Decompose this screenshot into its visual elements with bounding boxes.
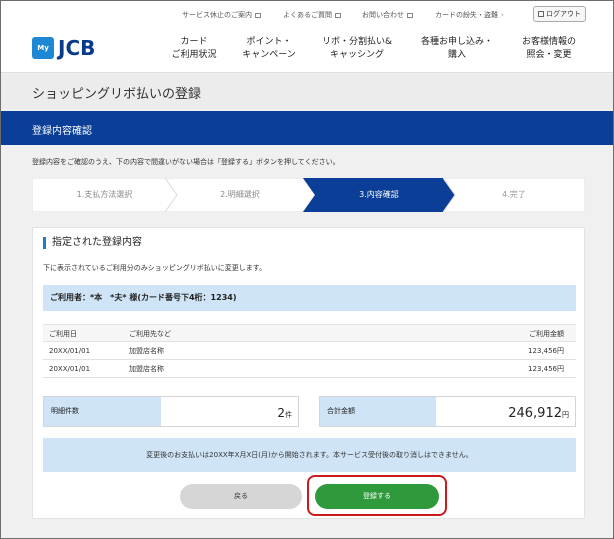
- section-header-label: 登録内容確認: [32, 126, 92, 137]
- chevron-right-icon: ›: [501, 11, 504, 19]
- step-1: 1.支払方法選択: [32, 178, 177, 212]
- nav-points[interactable]: ポイント・ キャンペーン: [237, 36, 301, 62]
- item-count-box: 明細件数 2件: [43, 396, 299, 427]
- logo-my-badge: My: [32, 37, 54, 59]
- table-row: 20XX/01/01 加盟店名称 123,456円: [43, 360, 576, 378]
- nav-applications[interactable]: 各種お申し込み・ 購入: [416, 36, 498, 62]
- lock-icon: [538, 11, 544, 17]
- nav-revolving[interactable]: リボ・分割払い& キャッシング: [317, 36, 397, 62]
- logo-jcb-text: JCB: [58, 36, 96, 60]
- util-link-contact[interactable]: お問い合わせ: [362, 10, 413, 20]
- step-2: 2.明細選択: [165, 178, 315, 212]
- external-link-icon: [407, 12, 413, 18]
- step-4: 4.完了: [443, 178, 585, 212]
- page-frame: サービス休止のご案内 よくあるご質問 お問い合わせ カードの紛失・盗難 › ログア…: [0, 0, 614, 539]
- instruction-text: 登録内容をご確認のうえ、下の内容で間違いがない場合は「登録する」ボタンを押してく…: [32, 158, 340, 166]
- cell-amount: 123,456円: [528, 347, 564, 355]
- util-link-faq[interactable]: よくあるご質問: [283, 10, 341, 20]
- registered-content-title: 指定された登録内容: [43, 237, 142, 249]
- item-count-value: 2件: [277, 406, 292, 420]
- nav-customer-info[interactable]: お客様情報の 照会・変更: [513, 36, 585, 62]
- section-header: 登録内容確認: [1, 111, 613, 145]
- global-header: My JCB カード ご利用状況 ポイント・ キャンペーン リボ・分割払い& キャッシ…: [1, 27, 613, 73]
- cell-date: 20XX/01/01: [49, 365, 91, 373]
- myjcb-logo[interactable]: My JCB: [32, 35, 95, 61]
- item-count-label: 明細件数: [44, 397, 161, 426]
- card-user-line: ご利用者：*本 *夫* 様(カード番号下4桁：1234): [43, 285, 576, 311]
- page-title: ショッピングリボ払いの登録: [32, 87, 202, 102]
- cell-date: 20XX/01/01: [49, 347, 91, 355]
- util-link-service-notice[interactable]: サービス休止のご案内: [182, 10, 261, 20]
- cell-amount: 123,456円: [528, 365, 564, 373]
- usage-table: ご利用日 ご利用先など ご利用金額 20XX/01/01 加盟店名称 123,4…: [43, 324, 576, 378]
- table-row: 20XX/01/01 加盟店名称 123,456円: [43, 342, 576, 360]
- cell-merchant: 加盟店名称: [129, 365, 164, 373]
- total-amount-value: 246,912円: [508, 406, 569, 421]
- nav-card-usage[interactable]: カード ご利用状況: [166, 36, 222, 62]
- total-amount-box: 合計金額 246,912円: [319, 396, 576, 427]
- external-link-icon: [335, 12, 341, 18]
- col-header-date: ご利用日: [49, 330, 77, 338]
- external-link-icon: [255, 12, 261, 18]
- col-header-amount: ご利用金額: [529, 330, 564, 338]
- registered-content-description: 下に表示されているご利用分のみショッピングリボ払いに変更します。: [43, 264, 267, 272]
- table-header-row: ご利用日 ご利用先など ご利用金額: [43, 324, 576, 342]
- utility-bar: サービス休止のご案内 よくあるご質問 お問い合わせ カードの紛失・盗難 › ログア…: [1, 1, 613, 27]
- step-3-current: 3.内容確認: [303, 178, 455, 212]
- back-button[interactable]: 戻る: [180, 484, 302, 509]
- registration-card: 指定された登録内容 下に表示されているご利用分のみショッピングリボ払いに変更しま…: [32, 227, 585, 519]
- step-indicator: 1.支払方法選択 2.明細選択 3.内容確認 4.完了: [32, 178, 585, 212]
- col-header-merchant: ご利用先など: [129, 330, 171, 338]
- cell-merchant: 加盟店名称: [129, 347, 164, 355]
- total-amount-label: 合計金額: [320, 397, 436, 426]
- util-link-lost-card[interactable]: カードの紛失・盗難 ›: [435, 10, 504, 20]
- page-title-bar: ショッピングリボ払いの登録: [1, 74, 613, 109]
- register-button[interactable]: 登録する: [315, 484, 439, 509]
- logout-button[interactable]: ログアウト: [533, 6, 586, 22]
- notice-band: 変更後のお支払いは20XX年X月X日(月)から開始されます。本サービス受付後の取…: [43, 438, 576, 472]
